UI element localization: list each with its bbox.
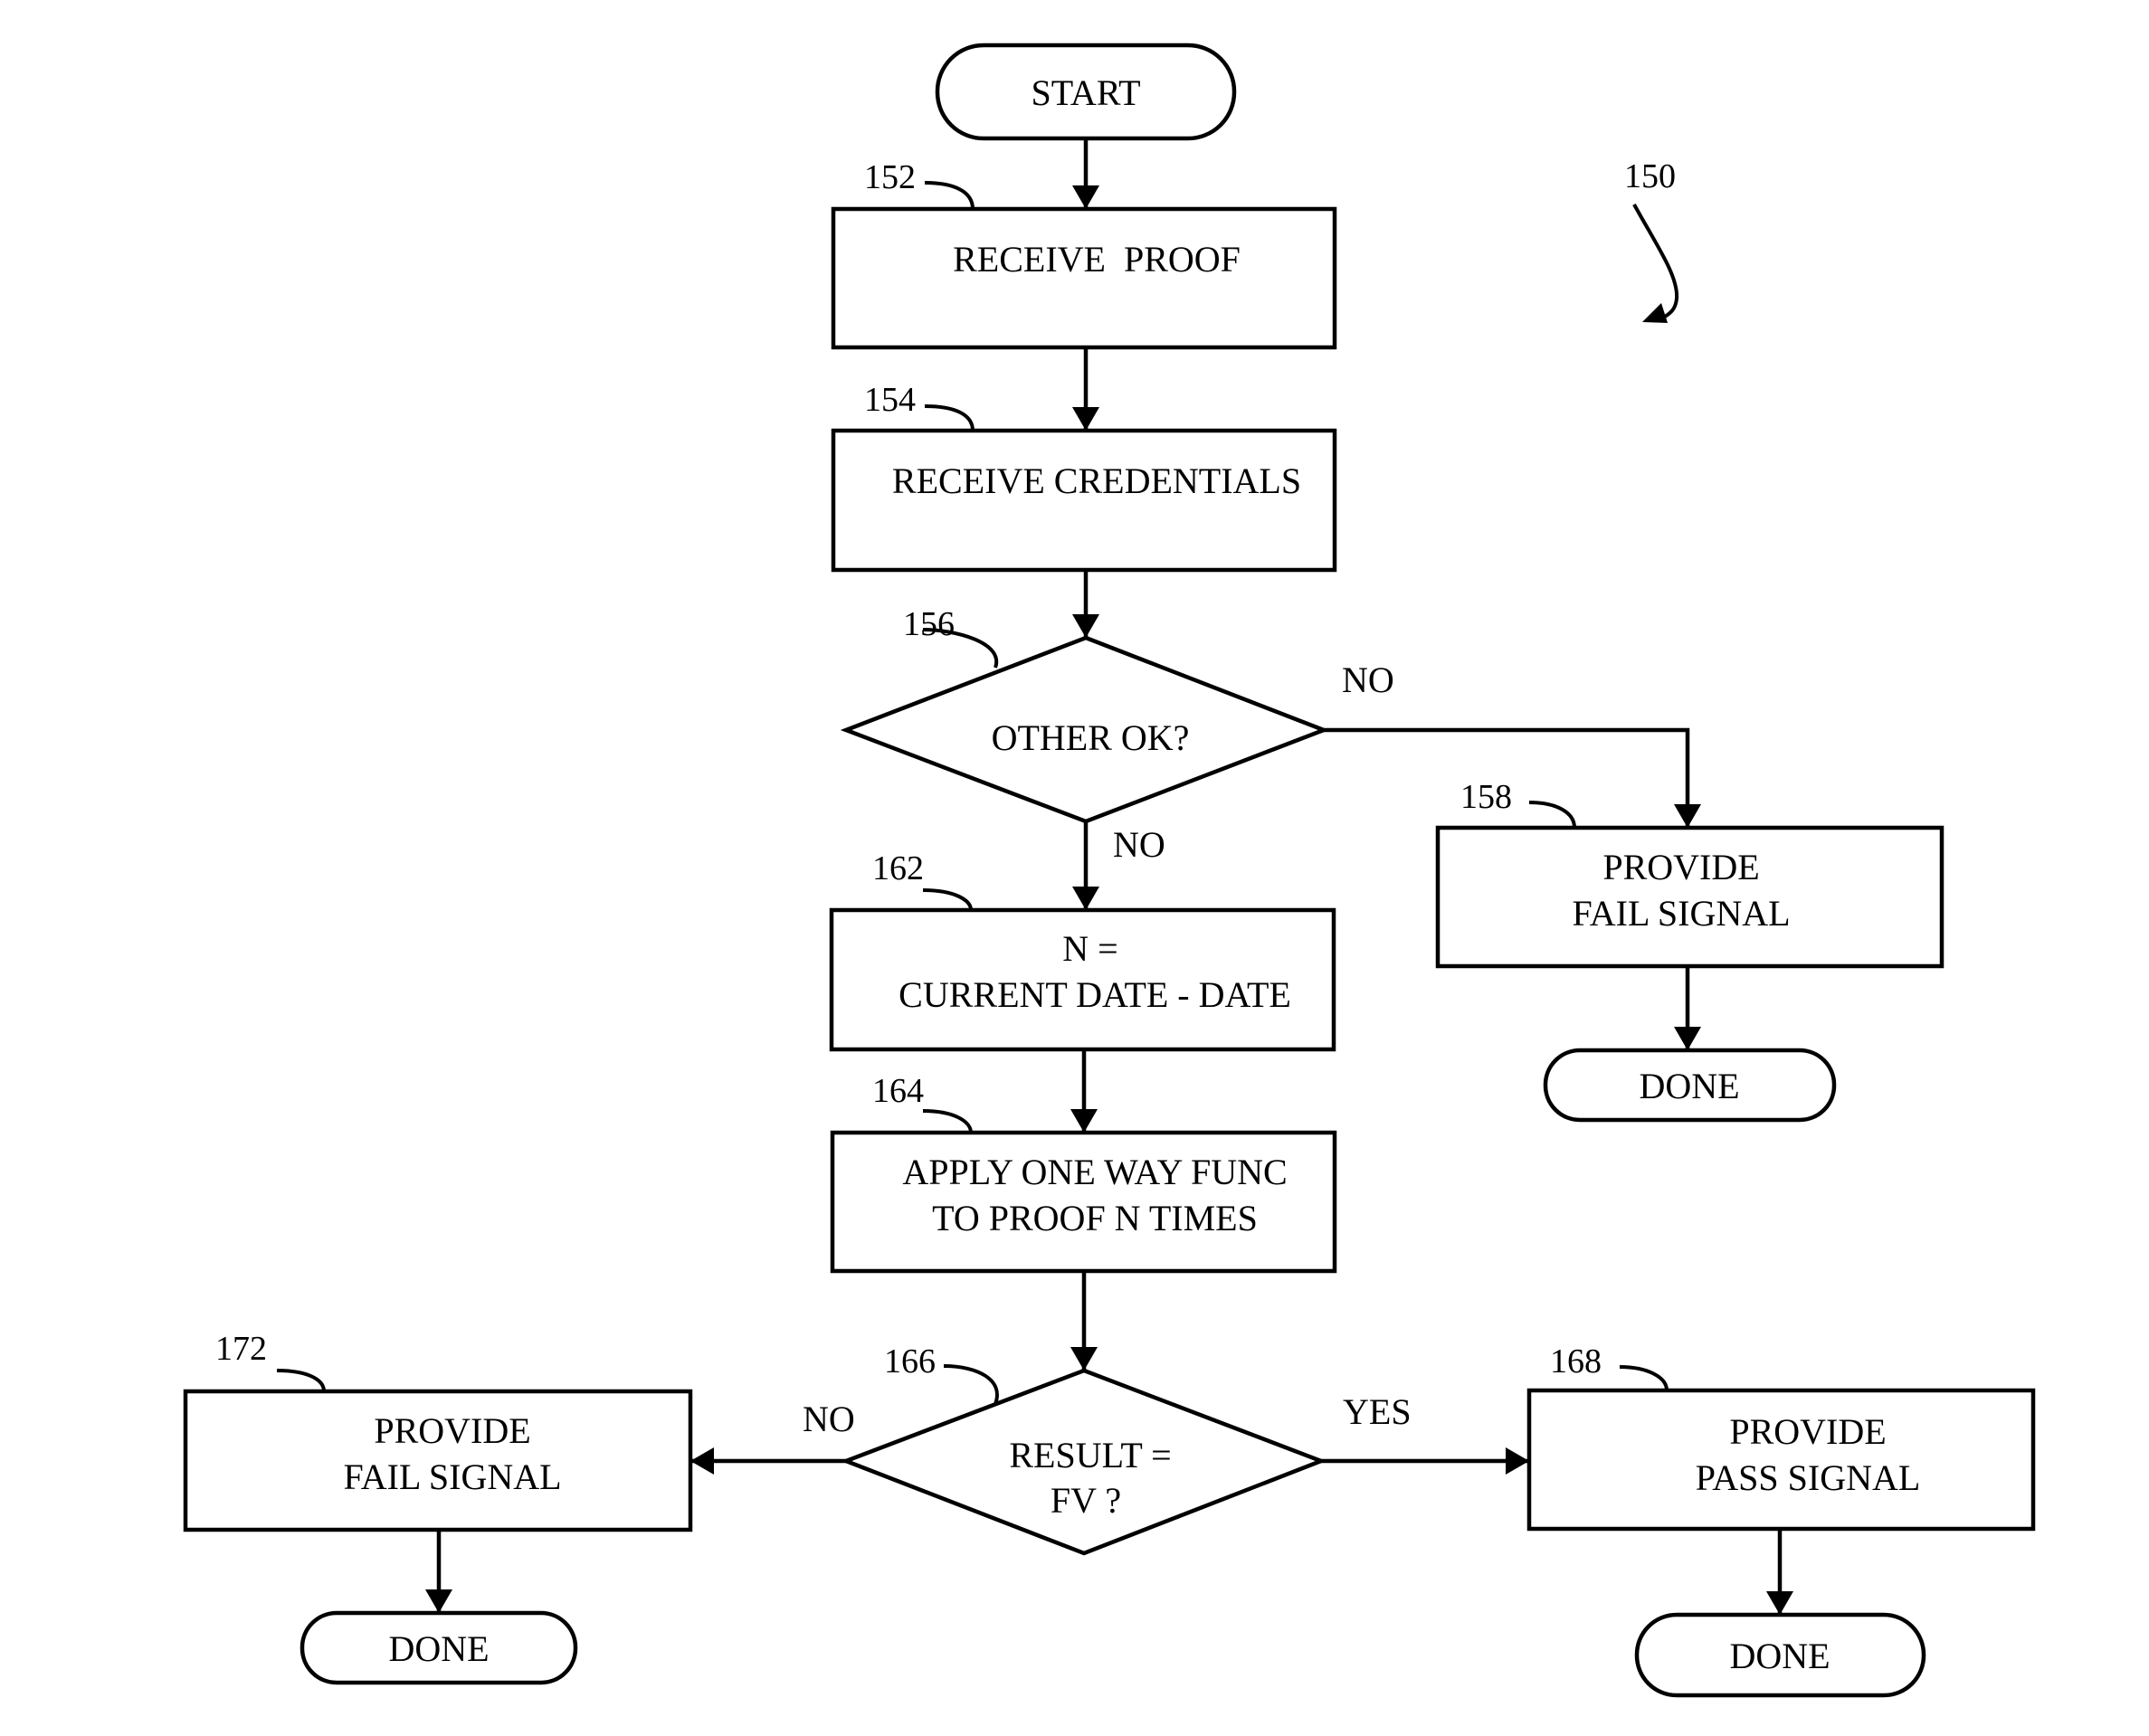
ref-150: 150 — [1624, 157, 1676, 195]
done-label-172: DONE — [388, 1628, 489, 1669]
ref-166: 166 — [884, 1342, 936, 1380]
done-label-158: DONE — [1639, 1066, 1739, 1106]
step-162-line-2: CURRENT DATE - DATE — [899, 974, 1291, 1015]
step-162-compute-n: N = CURRENT DATE - DATE 162 — [829, 849, 1336, 1052]
ref-168: 168 — [1550, 1342, 1602, 1380]
step-168-provide-pass-signal: PROVIDE PASS SIGNAL 168 — [1526, 1342, 2036, 1532]
decision-166-line-2: FV ? — [1051, 1480, 1121, 1521]
step-158-line-1: PROVIDE — [1602, 847, 1759, 887]
flowchart: START RECEIVE PROOF 152 RECEIVE CREDENTI… — [183, 43, 2036, 1698]
start-terminator: START — [935, 43, 1237, 141]
start-label: START — [1031, 72, 1140, 113]
ref-162: 162 — [872, 849, 924, 887]
decision-156-other-ok: OTHER OK? 156 — [840, 605, 1330, 824]
step-164-line-2: TO PROOF N TIMES — [932, 1198, 1258, 1238]
ref-172: 172 — [215, 1330, 267, 1368]
step-172-line-2: FAIL SIGNAL — [343, 1456, 561, 1497]
step-172-line-1: PROVIDE — [374, 1410, 530, 1451]
done-terminator-172: DONE — [300, 1610, 578, 1685]
step-162-line-1: N = — [1062, 928, 1117, 969]
ref-158: 158 — [1460, 778, 1512, 816]
done-terminator-168: DONE — [1634, 1612, 1926, 1698]
branch-156-right-label: NO — [1342, 659, 1394, 700]
branch-166-left-label: NO — [803, 1399, 855, 1439]
ref-164: 164 — [872, 1072, 924, 1110]
decision-166-result-equals-fv: RESULT = FV ? 166 — [840, 1342, 1327, 1556]
leader-166 — [943, 1364, 999, 1405]
leader-172 — [276, 1369, 326, 1392]
step-164-line-1: APPLY ONE WAY FUNC — [902, 1152, 1287, 1192]
decision-156-text: OTHER OK? — [992, 717, 1190, 758]
figure-ref-arrowhead-icon — [1642, 303, 1668, 323]
leader-164 — [922, 1109, 973, 1134]
leader-152 — [924, 181, 975, 210]
done-label-168: DONE — [1729, 1636, 1830, 1676]
ref-154: 154 — [864, 381, 916, 419]
step-154-text: RECEIVE CREDENTIALS — [892, 460, 1301, 501]
ref-156: 156 — [903, 605, 955, 643]
step-152-text: RECEIVE PROOF — [953, 239, 1241, 280]
step-168-line-1: PROVIDE — [1729, 1411, 1886, 1452]
step-172-provide-fail-signal: PROVIDE FAIL SIGNAL 172 — [183, 1330, 693, 1532]
leader-154 — [924, 404, 975, 432]
leader-168 — [1619, 1365, 1669, 1391]
leader-158 — [1528, 801, 1576, 829]
leader-162 — [922, 888, 973, 911]
figure-ref-150: 150 — [1624, 157, 1679, 323]
ref-152: 152 — [864, 158, 916, 196]
branch-156-down-label: NO — [1113, 824, 1165, 865]
figure-ref-arrow-icon — [1632, 204, 1679, 318]
done-terminator-158: DONE — [1543, 1048, 1837, 1123]
branch-166-right-label: YES — [1343, 1391, 1412, 1432]
step-158-provide-fail-signal: PROVIDE FAIL SIGNAL 158 — [1435, 778, 1945, 969]
decision-166-line-1: RESULT = — [1009, 1435, 1171, 1475]
step-168-line-2: PASS SIGNAL — [1696, 1457, 1921, 1498]
step-158-line-2: FAIL SIGNAL — [1572, 893, 1790, 934]
